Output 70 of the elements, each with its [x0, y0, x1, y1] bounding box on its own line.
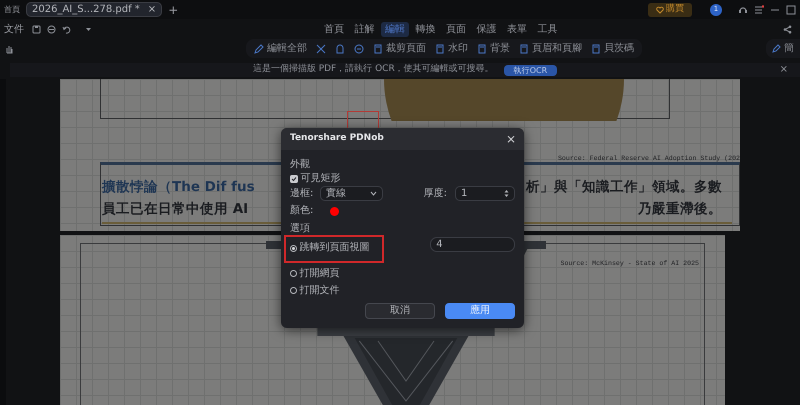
undo-icon[interactable] [62, 24, 71, 34]
radio-button[interactable] [290, 244, 297, 252]
file-menu[interactable]: 文件 [4, 22, 24, 36]
headline-text: 擴散悖論（The Dif fus [102, 178, 255, 197]
page-icon [477, 44, 487, 54]
radio-option[interactable]: 打開文件 [290, 284, 340, 296]
menu-tab[interactable]: 頁面 [442, 22, 470, 36]
circle-icon[interactable] [354, 44, 364, 54]
page-icon [519, 44, 529, 54]
menu-tab[interactable]: 表單 [503, 22, 531, 36]
toolbar-button[interactable]: 背景 [477, 41, 510, 56]
menu-tab[interactable]: 轉換 [412, 22, 440, 36]
toolbar-button[interactable]: 簡 [766, 39, 800, 58]
chevron-icon [370, 191, 377, 196]
page-icon [591, 44, 601, 54]
headline-text: 員工已在日常中使用 AI [102, 200, 248, 219]
cancel-button[interactable]: 取消 [365, 302, 435, 318]
page-icon [373, 44, 383, 54]
page-number-input[interactable]: 4 [430, 237, 515, 252]
radio-button[interactable] [290, 270, 297, 277]
radio-option[interactable]: 跳轉到頁面視圖 [290, 242, 370, 254]
toolbar-button[interactable]: 編輯全部 [254, 41, 307, 56]
menu-tab[interactable]: 工具 [534, 22, 562, 36]
save-icon[interactable] [32, 24, 41, 34]
close-button[interactable]: × [780, 63, 788, 76]
radio-option[interactable]: 打開網頁 [290, 268, 340, 280]
color-swatch[interactable] [330, 206, 339, 216]
field-label: 厚度: [424, 188, 447, 200]
thickness-spinner[interactable]: 1 [455, 186, 515, 201]
checkbox[interactable] [290, 175, 298, 183]
heart-icon [656, 6, 664, 14]
new-tab-button[interactable]: + [168, 0, 178, 18]
close-button[interactable]: × [506, 130, 516, 148]
home-tab[interactable]: 首頁 [4, 4, 20, 16]
menu-tab[interactable]: 編輯 [381, 22, 409, 36]
border-style-dropdown[interactable]: 實線 [320, 186, 383, 201]
toolbar-button[interactable]: 水印 [435, 41, 468, 56]
toolbar-button[interactable]: 裁剪頁面 [373, 41, 426, 56]
menu-tab[interactable]: 保護 [472, 22, 500, 36]
menu-tab[interactable]: 註解 [350, 22, 378, 36]
toolbar-button[interactable]: 頁眉和頁腳 [519, 41, 582, 56]
radio-button[interactable] [290, 287, 297, 294]
file-tab[interactable]: 2026_AI_S...278.pdf * × [26, 2, 162, 17]
caret-icon[interactable] [85, 26, 92, 32]
arch-icon[interactable] [335, 44, 345, 54]
headset-icon[interactable] [738, 4, 748, 14]
field-label: 顏色: [290, 205, 314, 217]
file-tab-label: 2026_AI_S...278.pdf * [32, 3, 140, 17]
menu-tab[interactable]: 首頁 [320, 22, 348, 36]
headline-text: 析」與「知識工作」領域。多數 [526, 178, 722, 197]
checkbox-label: 可見矩形 [300, 173, 340, 185]
section-heading: 外觀 [290, 159, 311, 171]
toolbar-button[interactable]: 貝茨碼 [591, 41, 634, 56]
pencil-icon [772, 44, 781, 53]
page-icon [435, 44, 445, 54]
field-label: 邊框: [290, 188, 314, 200]
headline-text: 乃嚴重滯後。 [638, 200, 722, 219]
ocr-button[interactable]: 執行OCR [504, 64, 558, 76]
pencil-icon [254, 44, 264, 54]
notice-message: 這是一個掃描版 PDF，請執行 OCR，使其可編輯或可搜尋。 [252, 63, 494, 76]
buy-button[interactable]: 購買 [648, 2, 692, 16]
share-icon[interactable] [783, 24, 792, 34]
maximize-icon[interactable] [786, 4, 796, 14]
section-heading: 選項 [290, 223, 310, 235]
stepper-icon [504, 189, 509, 198]
menu-icon[interactable] [754, 4, 764, 14]
print-icon[interactable] [47, 24, 56, 34]
dialog-title: Tenorshare PDNob [290, 132, 384, 146]
cross-icon[interactable] [316, 44, 326, 54]
tab-close-button[interactable]: × [148, 2, 156, 17]
